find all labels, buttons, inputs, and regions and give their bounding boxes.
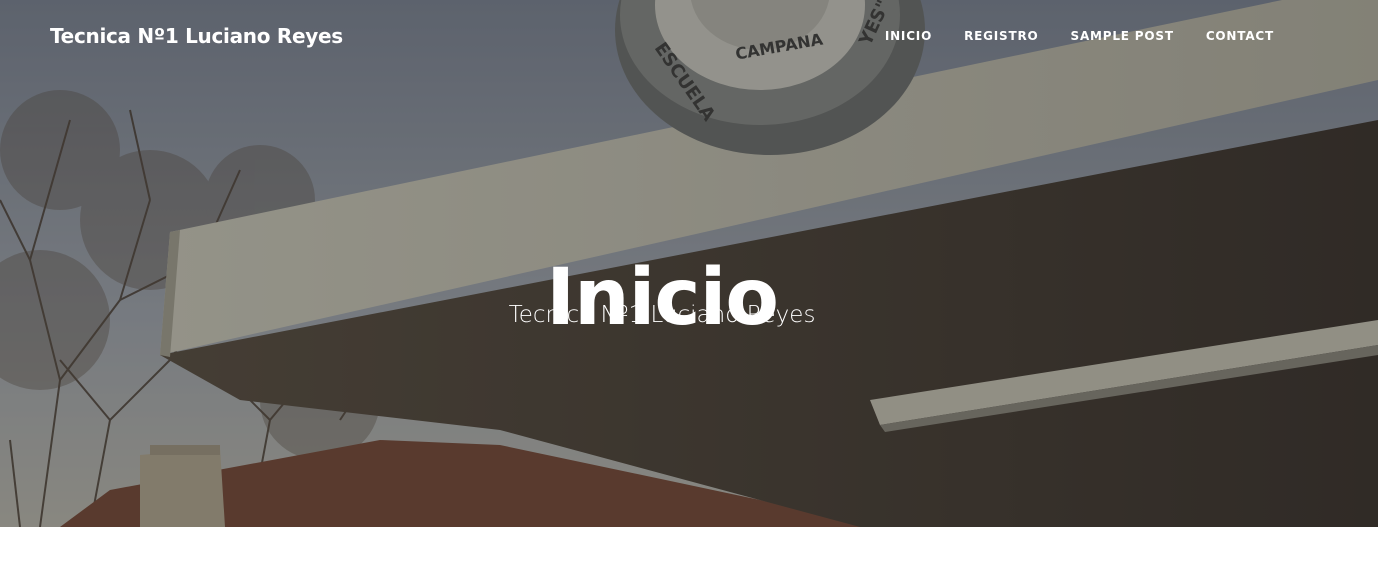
nav-link-sample-post[interactable]: SAMPLE POST bbox=[1071, 29, 1174, 43]
hero-header: CAMPANA ESCUELA YES" Tecnica Nº1 Luciano… bbox=[0, 0, 1378, 527]
brand-link[interactable]: Tecnica Nº1 Luciano Reyes bbox=[50, 24, 343, 48]
nav-link-registro[interactable]: REGISTRO bbox=[964, 29, 1038, 43]
main-navbar: Tecnica Nº1 Luciano Reyes INICIO REGISTR… bbox=[0, 0, 1378, 74]
nav-links: INICIO REGISTRO SAMPLE POST CONTACT bbox=[885, 29, 1274, 43]
page-subtitle: Tecnica Nº1 Luciano Reyes bbox=[508, 302, 816, 328]
nav-link-contact[interactable]: CONTACT bbox=[1206, 29, 1274, 43]
nav-link-inicio[interactable]: INICIO bbox=[885, 29, 932, 43]
